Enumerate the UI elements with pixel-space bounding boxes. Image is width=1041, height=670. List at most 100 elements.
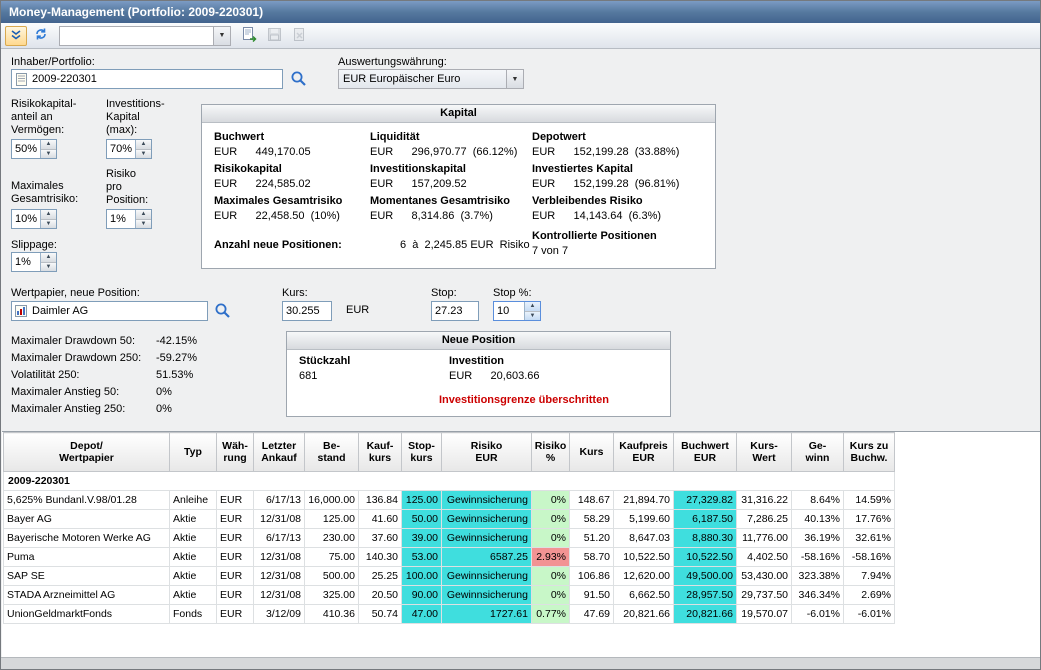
- cell: Bayer AG: [4, 510, 170, 529]
- cell: 0%: [532, 567, 570, 586]
- spin-up-icon[interactable]: ▲: [136, 210, 151, 220]
- column-header[interactable]: Typ: [170, 433, 217, 472]
- column-header[interactable]: Kurs: [570, 433, 614, 472]
- cell: 0%: [532, 529, 570, 548]
- column-header[interactable]: Kauf- kurs: [359, 433, 402, 472]
- column-header[interactable]: Kaufpreis EUR: [614, 433, 674, 472]
- spin-up-icon[interactable]: ▲: [525, 302, 540, 312]
- table-row[interactable]: STADA Arzneimittel AGAktieEUR12/31/08325…: [4, 586, 895, 605]
- wertpapier-search-button[interactable]: [213, 302, 231, 320]
- toolbar-delete-button[interactable]: [288, 26, 310, 46]
- toolbar-combobox[interactable]: ▼: [59, 26, 231, 46]
- app-window: Money-Management (Portfolio: 2009-220301…: [0, 0, 1041, 670]
- cell: 36.19%: [792, 529, 844, 548]
- cell: 4,402.50: [737, 548, 792, 567]
- group-row[interactable]: 2009-220301: [4, 472, 895, 491]
- column-header[interactable]: Depot/ Wertpapier: [4, 433, 170, 472]
- investitions-kapital-spinner[interactable]: 70% ▲▼: [106, 139, 152, 159]
- waehrung-select[interactable]: EUR Europäischer Euro ▼: [338, 69, 524, 89]
- table-row[interactable]: Bayerische Motoren Werke AGAktieEUR6/17/…: [4, 529, 895, 548]
- max-gesamtrisiko-spinner[interactable]: 10% ▲▼: [11, 209, 57, 229]
- chevron-down-icon[interactable]: ▼: [506, 70, 523, 88]
- cell: 17.76%: [844, 510, 895, 529]
- cell: Aktie: [170, 567, 217, 586]
- anzahl-positionen-label: Anzahl neue Positionen:: [214, 238, 342, 253]
- risikokapital-anteil-spinner[interactable]: 50% ▲▼: [11, 139, 57, 159]
- cell: 3/12/09: [254, 605, 305, 624]
- spin-up-icon[interactable]: ▲: [136, 140, 151, 150]
- cell: 40.13%: [792, 510, 844, 529]
- cell: EUR: [217, 548, 254, 567]
- spin-down-icon[interactable]: ▼: [525, 312, 540, 321]
- spin-up-icon[interactable]: ▲: [41, 253, 56, 263]
- cell: 0%: [532, 510, 570, 529]
- slippage-spinner[interactable]: 1% ▲▼: [11, 252, 57, 272]
- cell: 346.34%: [792, 586, 844, 605]
- cell: 90.00: [402, 586, 442, 605]
- cell: Fonds: [170, 605, 217, 624]
- cell: 16,000.00: [305, 491, 359, 510]
- table-row[interactable]: PumaAktieEUR12/31/0875.00140.3053.006587…: [4, 548, 895, 567]
- risiko-pro-position-spinner[interactable]: 1% ▲▼: [106, 209, 152, 229]
- table-body: 2009-220301 5,625% Bundanl.V.98/01.28Anl…: [4, 472, 895, 624]
- stop-pct-spinner[interactable]: 10 ▲▼: [493, 301, 541, 321]
- spin-down-icon[interactable]: ▼: [41, 220, 56, 229]
- kapital-item: Momentanes GesamtrisikoEUR 8,314.86 (3.7…: [370, 194, 510, 224]
- column-header[interactable]: Ge- winn: [792, 433, 844, 472]
- kurs-input[interactable]: [282, 301, 332, 321]
- column-header[interactable]: Kurs- Wert: [737, 433, 792, 472]
- waehrung-label: Auswertungswährung:: [338, 56, 447, 69]
- investition-item: Investition EUR 20,603.66: [449, 354, 540, 384]
- spin-down-icon[interactable]: ▼: [136, 150, 151, 159]
- bottom-strip: [1, 657, 1040, 670]
- cell: 53,430.00: [737, 567, 792, 586]
- table-row[interactable]: Bayer AGAktieEUR12/31/08125.0041.6050.00…: [4, 510, 895, 529]
- column-header[interactable]: Stop- kurs: [402, 433, 442, 472]
- column-header[interactable]: Risiko %: [532, 433, 570, 472]
- stop-input[interactable]: [431, 301, 479, 321]
- cell: 12/31/08: [254, 548, 305, 567]
- column-header[interactable]: Be- stand: [305, 433, 359, 472]
- kontrollierte-positionen: Kontrollierte Positionen 7 von 7: [532, 229, 657, 259]
- cell: 49,500.00: [674, 567, 737, 586]
- toolbar-save-button[interactable]: [263, 26, 285, 46]
- column-header[interactable]: Buchwert EUR: [674, 433, 737, 472]
- refresh-icon: [34, 27, 48, 44]
- toolbar-export-button[interactable]: [238, 26, 260, 46]
- window-title: Money-Management (Portfolio: 2009-220301…: [9, 5, 263, 19]
- spin-down-icon[interactable]: ▼: [136, 220, 151, 229]
- table-row[interactable]: 5,625% Bundanl.V.98/01.28AnleiheEUR6/17/…: [4, 491, 895, 510]
- refresh-button[interactable]: [30, 26, 52, 46]
- table-row[interactable]: UnionGeldmarktFondsFondsEUR3/12/09410.36…: [4, 605, 895, 624]
- spin-down-icon[interactable]: ▼: [41, 150, 56, 159]
- inhaber-input[interactable]: [11, 69, 283, 89]
- risikokapital-anteil-label: Risikokapital- anteil an Vermögen:: [11, 98, 76, 137]
- cell: 27,329.82: [674, 491, 737, 510]
- column-header[interactable]: Risiko EUR: [442, 433, 532, 472]
- spin-down-icon[interactable]: ▼: [41, 263, 56, 272]
- column-header[interactable]: Wäh- rung: [217, 433, 254, 472]
- column-header[interactable]: Letzter Ankauf: [254, 433, 305, 472]
- cell: STADA Arzneimittel AG: [4, 586, 170, 605]
- cell: Gewinnsicherung: [442, 491, 532, 510]
- portfolio-search-button[interactable]: [289, 70, 307, 88]
- wertpapier-input[interactable]: [11, 301, 208, 321]
- cell: UnionGeldmarktFonds: [4, 605, 170, 624]
- table-row[interactable]: SAP SEAktieEUR12/31/08500.0025.25100.00G…: [4, 567, 895, 586]
- spin-up-icon[interactable]: ▲: [41, 140, 56, 150]
- kapital-item: BuchwertEUR 449,170.05: [214, 130, 311, 160]
- positions-table-area: Depot/ WertpapierTypWäh- rungLetzter Ank…: [2, 431, 1040, 658]
- cell: 19,570.07: [737, 605, 792, 624]
- search-icon: [214, 307, 231, 322]
- waehrung-value: EUR Europäischer Euro: [339, 70, 506, 88]
- column-header[interactable]: Kurs zu Buchw.: [844, 433, 895, 472]
- chevron-down-icon[interactable]: ▼: [213, 27, 230, 45]
- toolbar: ▼: [1, 23, 1040, 49]
- stueckzahl-item: Stückzahl 681: [299, 354, 350, 384]
- cell: Anleihe: [170, 491, 217, 510]
- spin-up-icon[interactable]: ▲: [41, 210, 56, 220]
- cell: 12/31/08: [254, 510, 305, 529]
- expand-toolbar-button[interactable]: [5, 26, 27, 46]
- investitions-kapital-label: Investitions- Kapital (max):: [106, 98, 165, 137]
- stat-label: Maximaler Drawdown 250:: [11, 352, 141, 365]
